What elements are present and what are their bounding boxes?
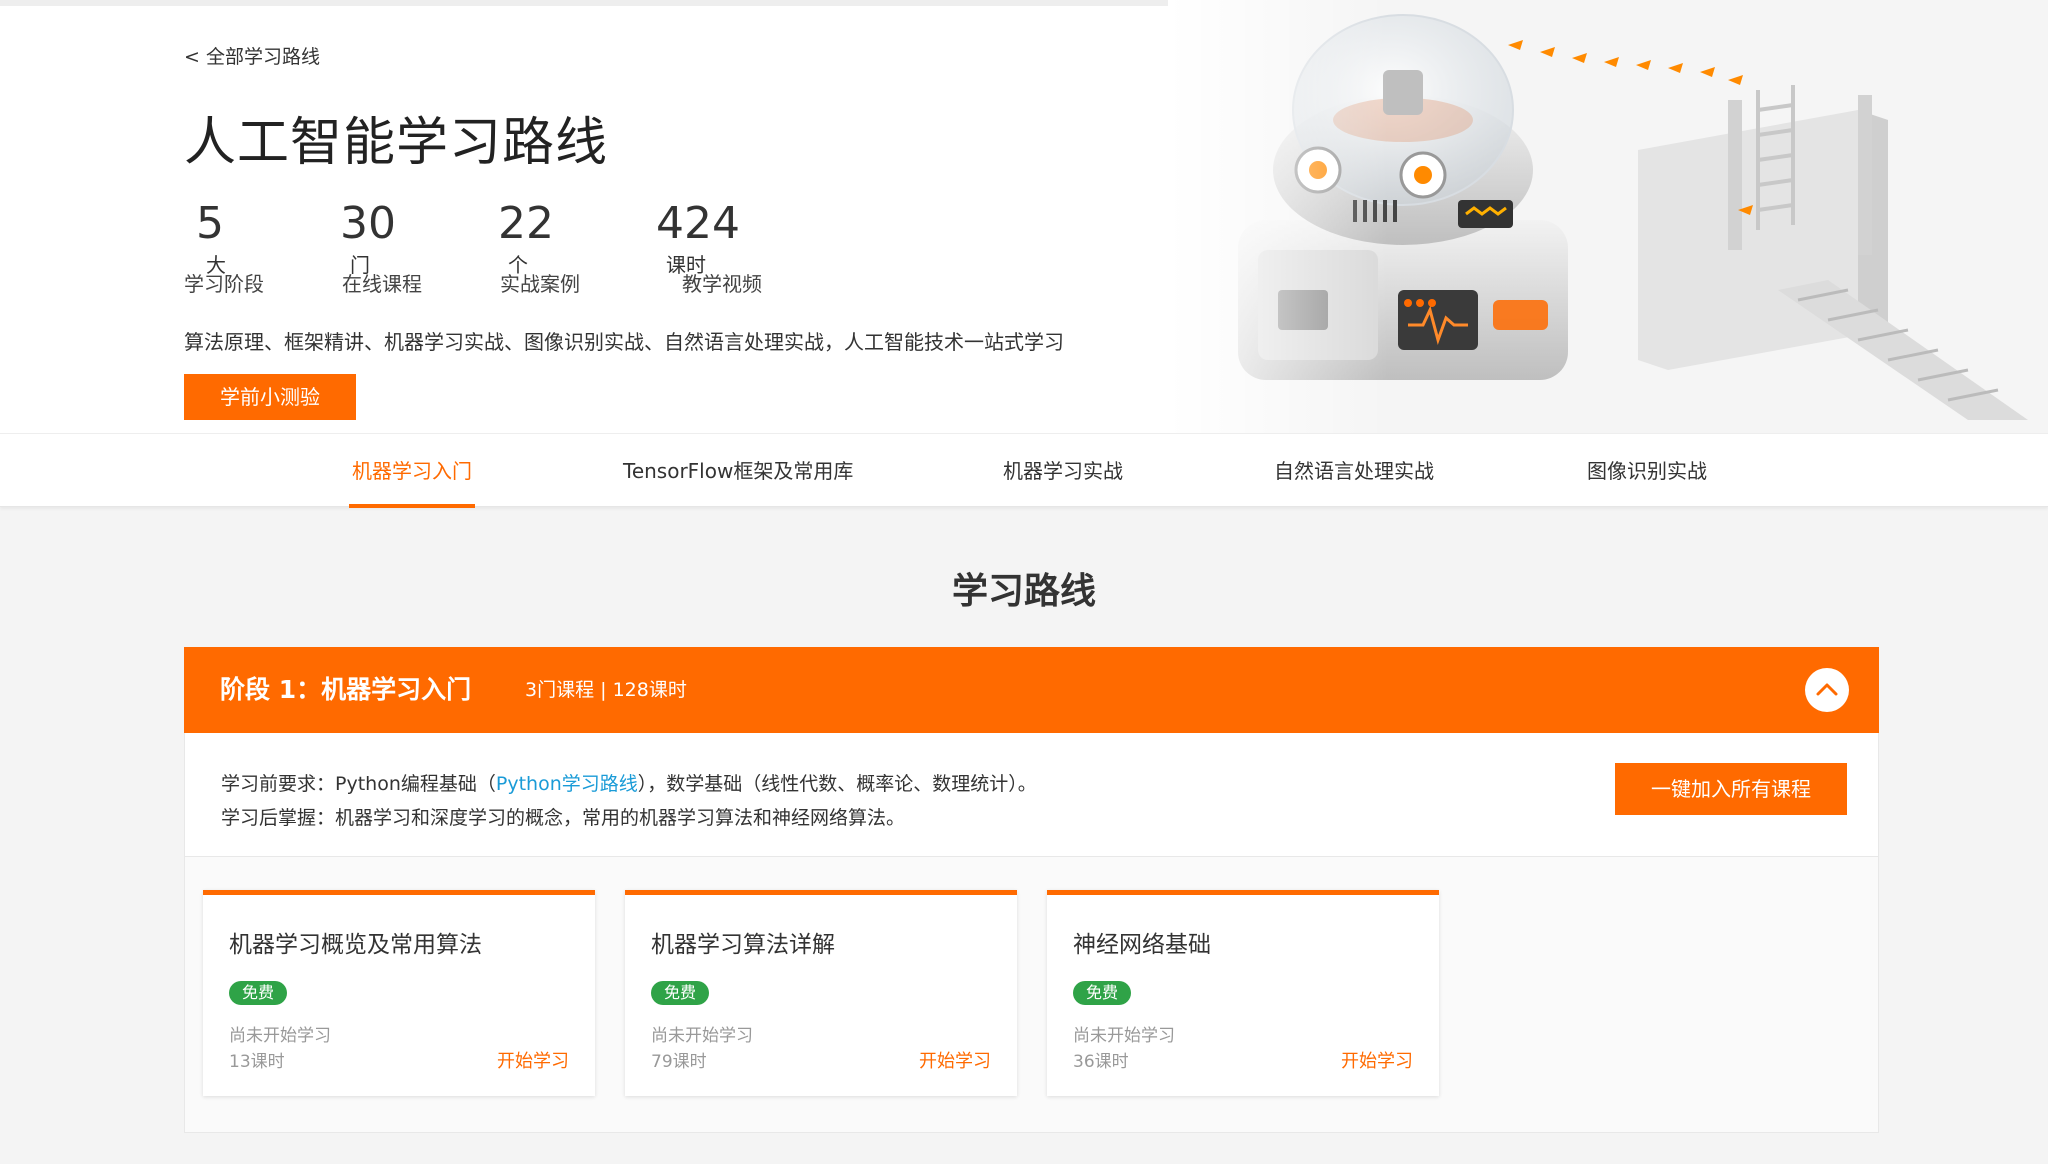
tab-nlp-practice[interactable]: 自然语言处理实战 [1274,434,1434,508]
stage-requirements: 学习前要求：Python编程基础（Python学习路线），数学基础（线性代数、概… [185,733,1878,857]
stat-videos: 424课时 教学视频 [656,198,762,296]
course-status: 尚未开始学习 [1073,1026,1175,1046]
path-description: 算法原理、框架精讲、机器学习实战、图像识别实战、自然语言处理实战，人工智能技术一… [184,330,1064,354]
stat-value: 30 [340,198,396,249]
stat-cases: 22个 实战案例 [498,198,580,296]
stat-value: 5 [196,198,224,249]
stat-courses: 30门 在线课程 [340,198,422,296]
stat-label: 教学视频 [682,272,762,296]
stat-stages: 5大 学习阶段 [184,198,264,296]
page-title: 人工智能学习路线 [184,113,609,173]
section-title: 学习路线 [951,571,1096,612]
stat-value: 22 [498,198,554,249]
stage-header[interactable]: 阶段 1：机器学习入门 3门课程 | 128课时 [184,647,1879,733]
prereq-suffix: ），数学基础（线性代数、概率论、数理统计）。 [637,773,1037,795]
tab-image-recognition[interactable]: 图像识别实战 [1587,434,1707,508]
pre-study-quiz-button[interactable]: 学前小测验 [184,374,356,420]
stage-tabs: 机器学习入门 TensorFlow框架及常用库 机器学习实战 自然语言处理实战 … [0,433,2048,508]
free-badge: 免费 [651,981,710,1005]
robot-illustration [1168,0,2048,433]
course-hours: 36课时 [1073,1052,1129,1072]
start-learning-link[interactable]: 开始学习 [497,1047,569,1073]
hero-banner: < 全部学习路线 人工智能学习路线 5大 学习阶段 30门 在线课程 22个 实… [0,0,2048,433]
tab-tensorflow[interactable]: TensorFlow框架及常用库 [623,434,853,508]
free-badge: 免费 [1073,981,1132,1005]
course-card[interactable]: 神经网络基础 免费 尚未开始学习 36课时 开始学习 [1047,890,1439,1096]
join-all-courses-button[interactable]: 一键加入所有课程 [1615,763,1847,815]
stat-label: 实战案例 [500,272,580,296]
course-card[interactable]: 机器学习算法详解 免费 尚未开始学习 79课时 开始学习 [625,890,1017,1096]
course-title: 神经网络基础 [1073,932,1211,958]
stat-label: 学习阶段 [184,272,264,296]
course-status: 尚未开始学习 [651,1026,753,1046]
stage-meta: 3门课程 | 128课时 [525,679,687,701]
stage-body: 学习前要求：Python编程基础（Python学习路线），数学基础（线性代数、概… [184,733,1879,1133]
stage-title: 阶段 1：机器学习入门 [220,675,472,704]
python-path-link[interactable]: Python学习路线 [496,773,638,795]
stat-value: 424 [656,198,740,249]
course-status: 尚未开始学习 [229,1026,331,1046]
course-hours: 79课时 [651,1052,707,1072]
chevron-up-icon [1816,683,1838,696]
free-badge: 免费 [229,981,288,1005]
tab-ml-intro[interactable]: 机器学习入门 [349,434,475,508]
course-title: 机器学习算法详解 [651,932,835,958]
start-learning-link[interactable]: 开始学习 [1341,1047,1413,1073]
prerequisite-text: 学习前要求：Python编程基础（Python学习路线），数学基础（线性代数、概… [221,769,1037,796]
tab-ml-practice[interactable]: 机器学习实战 [1003,434,1123,508]
course-hours: 13课时 [229,1052,285,1072]
learning-outcome-text: 学习后掌握：机器学习和深度学习的概念，常用的机器学习算法和神经网络算法。 [221,807,906,829]
back-to-all-paths-link[interactable]: < 全部学习路线 [184,42,320,69]
collapse-button[interactable] [1805,668,1849,712]
prereq-prefix: 学习前要求：Python编程基础（ [221,773,496,795]
start-learning-link[interactable]: 开始学习 [919,1047,991,1073]
course-title: 机器学习概览及常用算法 [229,932,482,958]
stat-label: 在线课程 [342,272,422,296]
course-card[interactable]: 机器学习概览及常用算法 免费 尚未开始学习 13课时 开始学习 [203,890,595,1096]
